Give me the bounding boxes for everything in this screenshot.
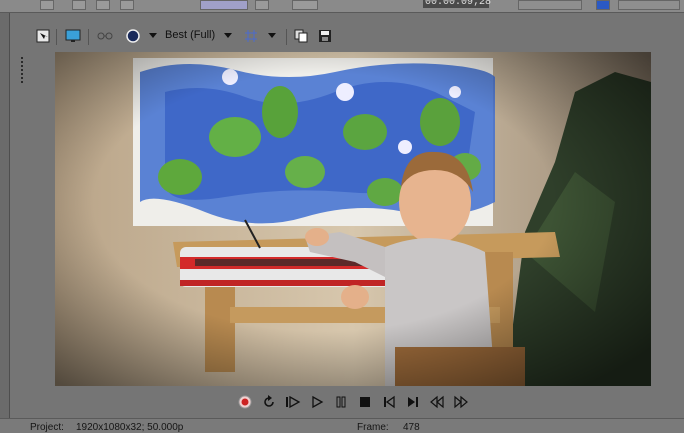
go-to-start-icon[interactable] <box>380 393 398 411</box>
pause-icon[interactable] <box>332 393 350 411</box>
field-box[interactable] <box>518 0 582 10</box>
project-label: Project: <box>30 422 64 433</box>
frame-label: Frame: <box>357 422 389 433</box>
timecode-display: 00:00:09;28 <box>423 0 491 8</box>
trim-tool-icon[interactable] <box>120 0 134 10</box>
quality-dropdown-chevron-down-icon[interactable] <box>222 27 234 45</box>
grid-dropdown-chevron-down-icon[interactable] <box>266 27 278 45</box>
frame-value: 478 <box>403 422 420 433</box>
stop-icon[interactable] <box>356 393 374 411</box>
go-to-end-icon[interactable] <box>404 393 422 411</box>
copy-snapshot-icon[interactable] <box>292 27 310 45</box>
snap-tool-icon[interactable] <box>72 0 86 10</box>
split-screen-icon[interactable] <box>96 27 114 45</box>
loop-icon[interactable] <box>260 393 278 411</box>
preview-properties-icon[interactable] <box>34 27 52 45</box>
overlays-icon[interactable] <box>124 27 142 45</box>
play-icon[interactable] <box>308 393 326 411</box>
preview-image <box>55 52 651 386</box>
overlays-dropdown-chevron-down-icon[interactable] <box>147 27 159 45</box>
preview-quality-select[interactable]: Best (Full) <box>165 29 215 41</box>
next-frame-icon[interactable] <box>452 393 470 411</box>
previous-frame-icon[interactable] <box>428 393 446 411</box>
project-value: 1920x1080x32; 50.000p <box>76 422 184 433</box>
play-from-start-icon[interactable] <box>284 393 302 411</box>
preview-toolbar: Best (Full) <box>10 24 684 50</box>
color-swatch-icon[interactable] <box>596 0 610 10</box>
external-monitor-icon[interactable] <box>64 27 82 45</box>
panel-grip-icon[interactable] <box>21 57 24 87</box>
upper-toolbar-strip: 00:00:09;28 <box>0 0 684 13</box>
status-bar: Project: 1920x1080x32; 50.000p Frame: 47… <box>0 418 684 433</box>
lock-icon[interactable] <box>292 0 318 10</box>
left-panel-edge <box>0 13 10 432</box>
field-box-2[interactable] <box>618 0 680 10</box>
record-icon[interactable] <box>236 393 254 411</box>
video-preview-frame[interactable] <box>55 52 651 386</box>
edit-mode-icon[interactable] <box>200 0 248 10</box>
envelope-tool-icon[interactable] <box>255 0 269 10</box>
split-tool-icon[interactable] <box>96 0 110 10</box>
save-snapshot-icon[interactable] <box>316 27 334 45</box>
crop-tool-icon[interactable] <box>40 0 54 10</box>
grid-icon[interactable] <box>242 27 260 45</box>
